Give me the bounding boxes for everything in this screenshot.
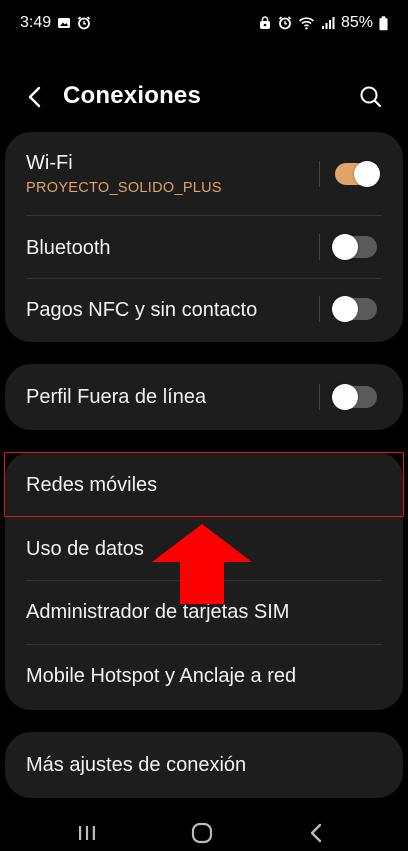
data-usage-label: Uso de datos xyxy=(26,538,144,560)
status-time: 3:49 xyxy=(20,14,52,31)
more-settings-label: Más ajustes de conexión xyxy=(26,754,247,776)
divider-vertical xyxy=(319,296,320,322)
image-icon xyxy=(58,18,71,28)
hotspot-row[interactable]: Mobile Hotspot y Anclaje a red xyxy=(5,645,403,710)
more-settings-card: Más ajustes de conexión xyxy=(5,732,403,798)
nfc-row[interactable]: Pagos NFC y sin contacto xyxy=(5,279,403,342)
sim-manager-label: Administrador de tarjetas SIM xyxy=(26,601,290,623)
toggle-knob xyxy=(354,161,380,187)
toggle-knob xyxy=(332,296,358,322)
divider-vertical xyxy=(319,234,320,260)
wifi-network-name: PROYECTO_SOLIDO_PLUS xyxy=(26,180,222,196)
status-right: 85% xyxy=(258,14,388,32)
red-arrow-icon xyxy=(152,524,252,604)
lock-icon xyxy=(259,16,270,29)
alarm-icon xyxy=(278,16,292,30)
toggle-knob xyxy=(332,384,358,410)
connections-card: Wi-Fi PROYECTO_SOLIDO_PLUS Bluetooth Pag… xyxy=(5,132,403,342)
signal-icon xyxy=(321,17,335,29)
wifi-row[interactable]: Wi-Fi PROYECTO_SOLIDO_PLUS xyxy=(5,132,403,216)
search-icon[interactable] xyxy=(358,84,384,110)
highlight-box xyxy=(4,452,404,517)
recents-icon[interactable] xyxy=(72,818,102,848)
back-icon[interactable] xyxy=(302,818,332,848)
airplane-toggle[interactable] xyxy=(332,384,377,410)
toggle-knob xyxy=(332,234,358,260)
nav-bar xyxy=(0,808,408,851)
bluetooth-label: Bluetooth xyxy=(26,237,111,259)
chevron-left-icon[interactable] xyxy=(22,82,50,112)
divider-vertical xyxy=(319,384,320,410)
nfc-toggle[interactable] xyxy=(332,296,377,322)
airplane-label: Perfil Fuera de línea xyxy=(26,386,207,408)
wifi-label: Wi-Fi xyxy=(26,152,73,174)
airplane-row[interactable]: Perfil Fuera de línea xyxy=(5,364,403,430)
nfc-label: Pagos NFC y sin contacto xyxy=(26,299,258,321)
header: Conexiones xyxy=(0,70,408,126)
bluetooth-toggle[interactable] xyxy=(332,234,377,260)
wifi-icon xyxy=(298,17,315,30)
airplane-card: Perfil Fuera de línea xyxy=(5,364,403,430)
battery-icon xyxy=(379,15,388,30)
status-bar: 3:49 85% xyxy=(0,0,408,46)
divider-vertical xyxy=(319,161,320,187)
alarm-icon xyxy=(78,16,91,30)
hotspot-label: Mobile Hotspot y Anclaje a red xyxy=(26,665,297,687)
bluetooth-row[interactable]: Bluetooth xyxy=(5,216,403,279)
wifi-toggle[interactable] xyxy=(335,161,380,187)
more-settings-row[interactable]: Más ajustes de conexión xyxy=(5,732,403,798)
battery-percent: 85% xyxy=(340,14,373,31)
page-title: Conexiones xyxy=(63,82,202,109)
home-icon[interactable] xyxy=(187,818,217,848)
status-left: 3:49 xyxy=(20,14,91,32)
